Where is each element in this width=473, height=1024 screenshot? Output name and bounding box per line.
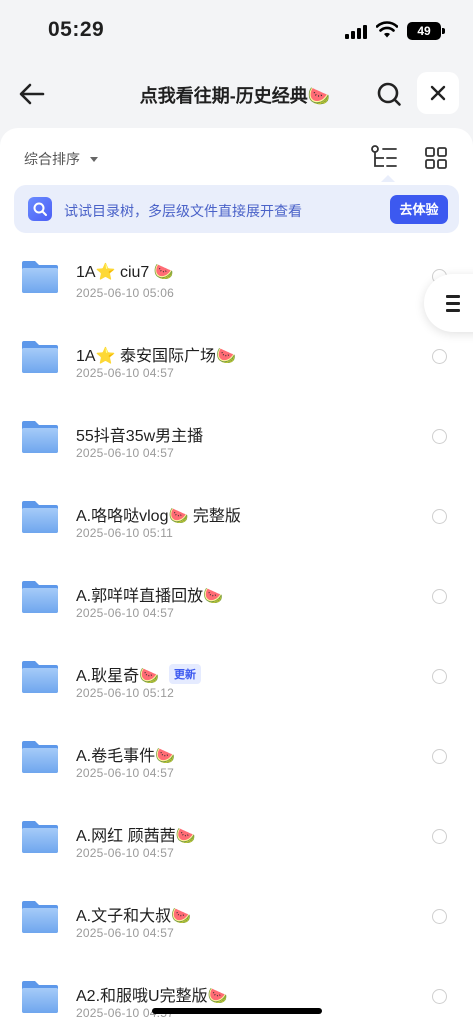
folder-icon	[22, 581, 58, 613]
close-button[interactable]	[417, 72, 459, 114]
file-row[interactable]: A.卷毛事件🍉 2025-06-10 04:57	[0, 716, 473, 796]
sort-dropdown[interactable]: 综合排序	[24, 149, 98, 169]
file-name-wrap: 55抖音35w男主播	[76, 422, 203, 446]
file-row[interactable]: A.文子和大叔🍉 2025-06-10 04:57	[0, 876, 473, 956]
arrow-left-icon	[19, 83, 45, 105]
file-name: 1A⭐ 泰安国际广场🍉	[76, 348, 236, 365]
file-name: A.咯咯哒vlog🍉 完整版	[76, 508, 241, 525]
file-row[interactable]: A.网红 顾茜茜🍉 2025-06-10 04:57	[0, 796, 473, 876]
file-name-wrap: A.卷毛事件🍉	[76, 742, 175, 766]
file-name: A.耿星奇🍉	[76, 668, 160, 685]
battery-icon: 49	[407, 22, 445, 40]
file-date: 2025-06-10 04:57	[76, 846, 174, 860]
file-name: 1A⭐ ciu7 🍉	[76, 264, 174, 281]
sort-label: 综合排序	[24, 151, 80, 167]
file-date: 2025-06-10 04:57	[76, 766, 174, 780]
file-name-wrap: A.耿星奇🍉 更新	[76, 662, 202, 686]
file-date: 2025-06-10 05:11	[76, 526, 174, 540]
page-title: 点我看往期-历史经典🍉	[139, 86, 331, 106]
select-radio[interactable]	[432, 829, 447, 844]
folder-icon	[22, 261, 58, 293]
select-radio[interactable]	[432, 989, 447, 1004]
search-folder-icon	[28, 197, 52, 221]
tree-promo-banner: 试试目录树，多层级文件直接展开查看 去体验	[14, 185, 459, 233]
menu-icon	[446, 295, 460, 298]
wifi-icon	[375, 21, 399, 39]
status-bar: 05:29 49	[0, 0, 473, 60]
home-indicator	[152, 1008, 322, 1014]
file-row[interactable]: 1A⭐ 泰安国际广场🍉 2025-06-10 04:57	[0, 316, 473, 396]
file-name-wrap: A.网红 顾茜茜🍉	[76, 822, 196, 846]
banner-text: 试试目录树，多层级文件直接展开查看	[64, 203, 302, 219]
search-icon	[377, 82, 401, 106]
select-radio[interactable]	[432, 749, 447, 764]
folder-icon	[22, 501, 58, 533]
menu-icon-line	[446, 302, 460, 305]
file-name: A.网红 顾茜茜🍉	[76, 828, 196, 845]
folder-icon	[22, 741, 58, 773]
nav-bar: 点我看往期-历史经典🍉	[0, 62, 473, 126]
file-name: A.卷毛事件🍉	[76, 748, 176, 765]
file-date: 2025-06-10 04:57	[76, 926, 174, 940]
search-button[interactable]	[373, 78, 405, 110]
side-menu-toggle[interactable]	[424, 274, 473, 332]
folder-icon	[22, 341, 58, 373]
file-date: 2025-06-10 04:57	[76, 446, 174, 460]
grid-view-icon	[425, 147, 447, 169]
cellular-signal-icon	[345, 24, 371, 39]
file-name: 55抖音35w男主播	[76, 428, 204, 445]
file-date: 2025-06-10 05:12	[76, 686, 174, 700]
select-radio[interactable]	[432, 589, 447, 604]
tree-view-icon	[371, 145, 397, 167]
file-panel: 综合排序 试试目录树，多层级文件直接展开查看 去体验 1A⭐ ciu7 🍉 20…	[0, 128, 473, 1024]
menu-icon-line	[446, 309, 460, 312]
folder-icon	[22, 821, 58, 853]
select-radio[interactable]	[432, 349, 447, 364]
back-button[interactable]	[16, 78, 48, 110]
file-row[interactable]: 1A⭐ ciu7 🍉 2025-06-10 05:06	[0, 236, 473, 316]
file-name-wrap: A.文子和大叔🍉	[76, 902, 191, 926]
caret-down-icon	[90, 156, 98, 162]
file-name-wrap: A.郭咩咩直播回放🍉	[76, 582, 223, 606]
file-name: A.文子和大叔🍉	[76, 908, 192, 925]
sort-bar: 综合排序	[0, 128, 473, 184]
grid-view-button[interactable]	[425, 147, 447, 169]
folder-icon	[22, 981, 58, 1013]
file-name-wrap: 1A⭐ ciu7 🍉	[76, 262, 174, 282]
file-date: 2025-06-10 04:57	[76, 366, 174, 380]
file-name: A.郭咩咩直播回放🍉	[76, 588, 224, 605]
select-radio[interactable]	[432, 669, 447, 684]
folder-icon	[22, 661, 58, 693]
folder-icon	[22, 421, 58, 453]
file-name: A2.和服哦U完整版🍉	[76, 988, 228, 1005]
file-row[interactable]: A.郭咩咩直播回放🍉 2025-06-10 04:57	[0, 556, 473, 636]
try-tree-button[interactable]: 去体验	[390, 195, 448, 224]
close-icon	[430, 85, 446, 101]
select-radio[interactable]	[432, 509, 447, 524]
status-time: 05:29	[48, 18, 105, 41]
file-date: 2025-06-10 05:06	[76, 286, 174, 300]
file-row[interactable]: 55抖音35w男主播 2025-06-10 04:57	[0, 396, 473, 476]
select-radio[interactable]	[432, 909, 447, 924]
file-row[interactable]: A.耿星奇🍉 更新 2025-06-10 05:12	[0, 636, 473, 716]
file-row[interactable]: A.咯咯哒vlog🍉 完整版 2025-06-10 05:11	[0, 476, 473, 556]
update-badge: 更新	[169, 664, 202, 684]
folder-icon	[22, 901, 58, 933]
select-radio[interactable]	[432, 429, 447, 444]
file-list: 1A⭐ ciu7 🍉 2025-06-10 05:06 1A⭐ 泰安国际广场🍉 202…	[0, 236, 473, 1024]
file-date: 2025-06-10 04:57	[76, 606, 174, 620]
file-name-wrap: 1A⭐ 泰安国际广场🍉	[76, 342, 236, 366]
file-name-wrap: A2.和服哦U完整版🍉	[76, 982, 228, 1006]
file-name-wrap: A.咯咯哒vlog🍉 完整版	[76, 502, 241, 526]
tree-view-button[interactable]	[371, 145, 399, 182]
